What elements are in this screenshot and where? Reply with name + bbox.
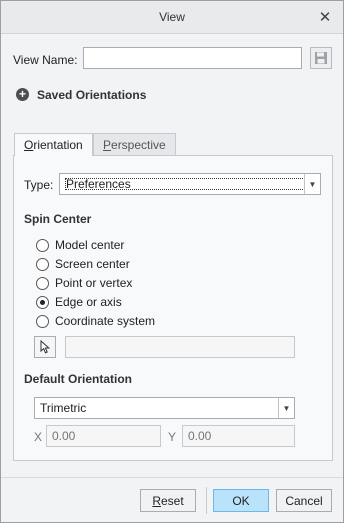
radio-edge-or-axis[interactable]: Edge or axis <box>36 294 122 310</box>
default-orientation-value: Trimetric <box>40 401 87 415</box>
tab-perspective[interactable]: Perspective <box>93 133 176 156</box>
reset-button[interactable]: Reset <box>140 489 196 512</box>
tab-orientation-mnemonic: O <box>24 138 34 152</box>
default-orientation-select[interactable]: Trimetric ▼ <box>34 397 295 419</box>
reset-rest: eset <box>160 493 184 508</box>
radio-button[interactable] <box>36 257 49 271</box>
radio-button[interactable] <box>36 238 49 252</box>
radio-label: Point or vertex <box>55 276 133 290</box>
radio-button[interactable] <box>36 276 49 290</box>
save-view-button[interactable] <box>310 47 332 69</box>
radio-label: Coordinate system <box>55 314 156 328</box>
radio-model-center[interactable]: Model center <box>36 237 124 253</box>
radio-button-selected[interactable] <box>36 295 49 309</box>
chevron-down-icon[interactable]: ▼ <box>304 174 320 194</box>
y-angle-input[interactable] <box>182 425 295 447</box>
tab-perspective-rest: erspective <box>111 138 166 152</box>
saved-orientations-toggle[interactable]: Saved Orientations <box>37 88 146 102</box>
view-name-input[interactable] <box>83 47 302 69</box>
reset-mnemonic: R <box>152 493 161 508</box>
default-orientation-title: Default Orientation <box>24 372 133 386</box>
spin-center-title: Spin Center <box>24 212 92 226</box>
type-label: Type: <box>24 178 54 192</box>
select-reference-button[interactable] <box>34 336 56 358</box>
tab-perspective-mnemonic: P <box>103 138 112 152</box>
chevron-down-icon[interactable]: ▼ <box>278 398 294 418</box>
type-select[interactable]: Preferences ▼ <box>59 173 321 195</box>
spin-center-selection-field[interactable] <box>65 336 295 358</box>
cursor-arrow-icon <box>40 340 51 354</box>
view-dialog: View ✕ View Name: + Saved Orientations O… <box>0 0 344 523</box>
radio-point-or-vertex[interactable]: Point or vertex <box>36 275 132 291</box>
tab-orientation-rest: rientation <box>33 138 83 152</box>
radio-coordinate-system[interactable]: Coordinate system <box>36 313 155 329</box>
x-label: X <box>34 430 43 444</box>
x-angle-input[interactable] <box>46 425 161 447</box>
footer-divider <box>1 477 343 478</box>
dialog-title: View <box>159 10 185 24</box>
radio-screen-center[interactable]: Screen center <box>36 256 130 272</box>
radio-button[interactable] <box>36 314 49 328</box>
ok-button[interactable]: OK <box>213 489 269 512</box>
y-label: Y <box>168 430 177 444</box>
radio-label: Screen center <box>55 257 130 271</box>
close-icon[interactable]: ✕ <box>315 7 335 27</box>
tab-orientation[interactable]: Orientation <box>14 133 93 156</box>
radio-label: Edge or axis <box>55 295 122 309</box>
save-icon <box>315 52 327 64</box>
cancel-button[interactable]: Cancel <box>276 489 332 512</box>
title-bar[interactable]: View ✕ <box>1 1 343 34</box>
expand-plus-icon[interactable]: + <box>16 88 29 101</box>
button-divider <box>206 487 207 514</box>
view-name-label: View Name: <box>13 53 78 67</box>
type-select-value: Preferences <box>62 175 308 193</box>
radio-label: Model center <box>55 238 125 252</box>
